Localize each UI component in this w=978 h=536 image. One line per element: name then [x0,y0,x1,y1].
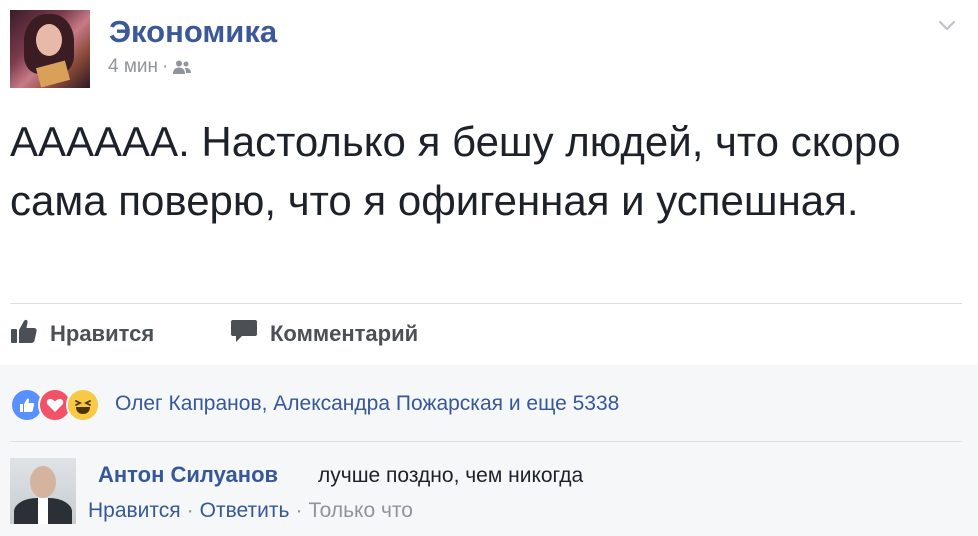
post-text: АААААА. Настолько я бешу людей, что скор… [10,118,901,224]
reaction-summary-link[interactable]: Олег Капранов, Александра Пожарская и ещ… [115,392,619,416]
thumbs-up-icon [10,318,38,350]
post-meta: 4 мин · [108,56,192,78]
divider [10,441,962,442]
chevron-down-icon[interactable] [936,14,958,36]
speech-bubble-icon [230,318,258,350]
comment-label: Комментарий [270,321,419,346]
friends-icon[interactable] [172,59,192,75]
comment-timestamp[interactable]: Только что [308,499,413,523]
comment-text: лучше поздно, чем никогда [318,464,584,487]
like-button[interactable]: Нравится [10,318,154,350]
meta-separator: · [162,56,169,77]
comment-separator: · [186,499,194,522]
like-label: Нравится [50,321,155,346]
divider [10,303,962,304]
page-name[interactable]: Экономика [109,14,277,50]
post-timestamp[interactable]: 4 мин [108,56,158,78]
comment-like-link[interactable]: Нравится [88,499,181,523]
comment-reply-link[interactable]: Ответить [200,499,290,523]
comment-button[interactable]: Комментарий [230,318,418,350]
reaction-icons[interactable] [10,388,100,422]
haha-reaction-icon [66,388,100,422]
page-avatar[interactable] [10,10,90,88]
comment-author-avatar[interactable] [10,458,76,524]
comment-actions: Нравится · Ответить · Только что [88,499,413,523]
comment-author-name[interactable]: Антон Силуанов [98,462,278,488]
comment-separator: · [295,499,303,522]
